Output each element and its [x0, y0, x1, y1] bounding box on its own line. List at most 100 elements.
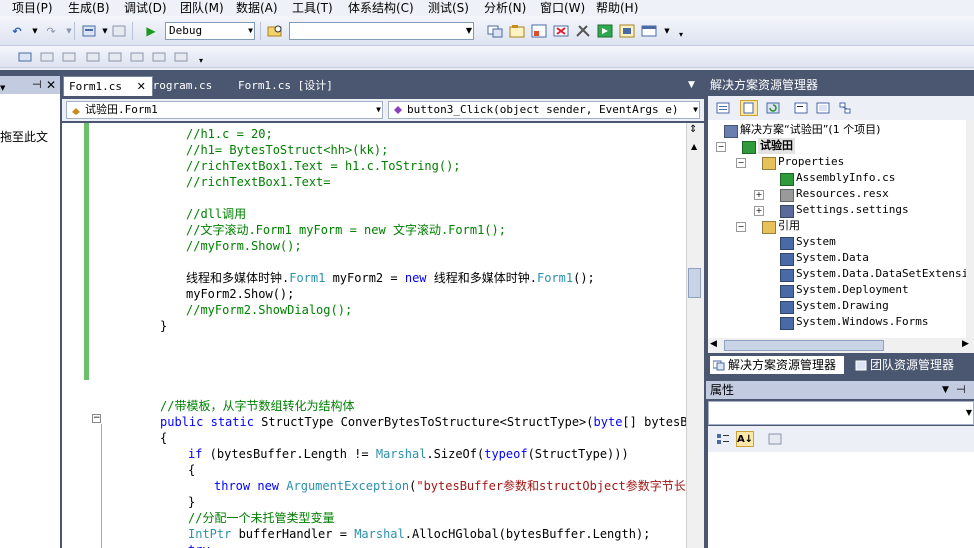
class-view-icon[interactable] [618, 23, 636, 39]
view-class-diagram-icon[interactable] [836, 100, 854, 116]
menu-item[interactable]: 项目(P) [12, 0, 53, 16]
tree-item[interactable]: 试验田 [758, 138, 795, 154]
menu-item[interactable]: 生成(B) [68, 0, 110, 16]
tree-item[interactable]: System.Windows.Forms [796, 314, 928, 330]
close-icon[interactable]: ✕ [137, 80, 146, 93]
code-line[interactable]: //myForm2.ShowDialog(); [186, 302, 352, 318]
view-code-icon[interactable] [792, 100, 810, 116]
menu-item[interactable]: 体系结构(C) [348, 0, 414, 16]
expand-icon[interactable]: + [754, 190, 764, 200]
editor-vertical-scrollbar[interactable] [686, 123, 704, 548]
layout-tool-icon[interactable] [84, 49, 102, 65]
solution-scroll-thumb[interactable] [724, 340, 884, 351]
navigate-forward-icon[interactable] [110, 23, 128, 39]
pin-icon[interactable]: ⊣ [956, 381, 966, 399]
start-debugging-icon[interactable]: ▶ [142, 23, 160, 39]
tree-item[interactable]: 引用 [778, 218, 800, 234]
tree-item[interactable]: System.Data.DataSetExtension [796, 266, 966, 282]
tree-item[interactable]: System.Data [796, 250, 869, 266]
menu-item[interactable]: 团队(M) [180, 0, 224, 16]
tree-item[interactable]: 解决方案“试验田”(1 个项目) [740, 122, 880, 138]
code-line[interactable]: //文字滚动.Form1 myForm = new 文字滚动.Form1(); [186, 222, 506, 238]
menu-item[interactable]: 数据(A) [236, 0, 278, 16]
solution-tree[interactable]: 解决方案“试验田”(1 个项目) − 试验田 − Properties AssemblyI… [708, 120, 966, 338]
solution-vertical-scrollbar[interactable] [966, 120, 974, 338]
menu-item[interactable]: 测试(S) [428, 0, 469, 16]
tree-item[interactable]: System [796, 234, 836, 250]
tree-item[interactable]: System.Drawing [796, 298, 889, 314]
code-line[interactable]: 线程和多媒体时钟.Form1 myForm2 = new 线程和多媒体时钟.Fo… [186, 270, 595, 286]
code-line[interactable]: try [188, 542, 210, 548]
scroll-left-icon[interactable]: ◀ [710, 339, 717, 349]
view-designer-icon[interactable] [814, 100, 832, 116]
close-icon[interactable]: ✕ [46, 76, 56, 94]
layout-tool-icon[interactable] [38, 49, 56, 65]
categorized-icon[interactable] [714, 431, 732, 447]
toolbar-options-icon[interactable]: ▾ [672, 26, 690, 42]
tab-list-icon[interactable]: ▼ [688, 80, 695, 90]
tools-icon[interactable] [574, 23, 592, 39]
layout-tool-icon[interactable] [172, 49, 190, 65]
tab-program-cs[interactable]: Program.cs [146, 76, 212, 96]
tab-form1-designer[interactable]: Form1.cs [设计] [238, 76, 333, 96]
property-pages-icon[interactable] [766, 431, 784, 447]
show-all-files-icon[interactable] [740, 100, 758, 116]
start-page-icon[interactable] [596, 23, 614, 39]
code-line[interactable]: //带模板，从字节数组转化为结构体 [160, 398, 354, 414]
command-window-icon[interactable] [640, 23, 658, 39]
toolbar-options-icon[interactable]: ▾ [192, 52, 210, 68]
code-line[interactable]: myForm2.Show(); [186, 286, 294, 302]
tree-item[interactable]: AssemblyInfo.cs [796, 170, 895, 186]
undo-icon[interactable]: ↶ [8, 23, 26, 39]
code-line[interactable]: //richTextBox1.Text = h1.c.ToString(); [186, 158, 461, 174]
expand-icon[interactable]: + [754, 206, 764, 216]
code-line[interactable]: } [160, 318, 167, 334]
code-line[interactable]: if (bytesBuffer.Length != Marshal.SizeOf… [188, 446, 629, 462]
editor-scroll-thumb[interactable] [688, 268, 701, 298]
toolbox-icon[interactable] [552, 23, 570, 39]
properties-window-icon[interactable] [508, 23, 526, 39]
properties-icon[interactable] [714, 100, 732, 116]
scroll-up-icon[interactable]: ▲ [691, 142, 697, 151]
menu-item[interactable]: 窗口(W) [540, 0, 585, 16]
code-line[interactable]: //分配一个未托管类型变量 [188, 510, 334, 526]
split-icon[interactable]: ⇕ [689, 124, 697, 135]
type-combo[interactable]: 试验田.Form1 ▼ [66, 101, 383, 119]
solution-horizontal-scrollbar[interactable]: ◀ ▶ [708, 338, 974, 353]
collapse-icon[interactable]: − [92, 414, 101, 423]
menu-item[interactable]: 工具(T) [292, 0, 333, 16]
dropdown-icon[interactable]: ▼ [0, 84, 8, 92]
scroll-right-icon[interactable]: ▶ [962, 339, 969, 349]
collapse-icon[interactable]: − [736, 222, 746, 232]
redo-icon[interactable]: ↷ [42, 23, 60, 39]
code-line[interactable]: //h1= BytesToStruct<hh>(kk); [186, 142, 388, 158]
code-line[interactable]: //dll调用 [186, 206, 246, 222]
refresh-icon[interactable] [764, 100, 782, 116]
pin-icon[interactable]: ⊣ [32, 76, 42, 94]
code-line[interactable]: //h1.c = 20; [186, 126, 273, 142]
layout-tool-icon[interactable] [150, 49, 168, 65]
dropdown-icon[interactable]: ▼ [942, 381, 949, 399]
tree-item[interactable]: Properties [778, 154, 844, 170]
collapse-icon[interactable]: − [736, 158, 746, 168]
code-editor[interactable]: //h1.c = 20; //h1= BytesToStruct<hh>(kk);… [62, 123, 686, 548]
tab-form1-cs[interactable]: Form1.cs ✕ [63, 76, 153, 96]
member-combo[interactable]: button3_Click(object sender, EventArgs e… [388, 101, 700, 119]
layout-tool-icon[interactable] [60, 49, 78, 65]
solution-explorer-icon[interactable] [486, 23, 504, 39]
collapse-icon[interactable]: − [716, 142, 726, 152]
layout-tool-icon[interactable] [16, 49, 34, 65]
tree-item[interactable]: Settings.settings [796, 202, 909, 218]
layout-tool-icon[interactable] [128, 49, 146, 65]
code-line[interactable]: { [188, 462, 195, 478]
code-line[interactable]: throw new ArgumentException("bytesBuffer… [214, 478, 686, 494]
find-in-files-icon[interactable] [266, 23, 284, 39]
menu-item[interactable]: 调试(D) [124, 0, 167, 16]
properties-object-combo[interactable]: ▼ [708, 401, 974, 425]
code-line[interactable]: //myForm.Show(); [186, 238, 302, 254]
tab-solution-explorer[interactable]: 解决方案资源管理器 [710, 356, 844, 374]
layout-tool-icon[interactable] [106, 49, 124, 65]
code-line[interactable]: { [160, 430, 167, 446]
find-combo[interactable]: ▼ [289, 22, 474, 40]
code-line[interactable]: } [188, 494, 195, 510]
